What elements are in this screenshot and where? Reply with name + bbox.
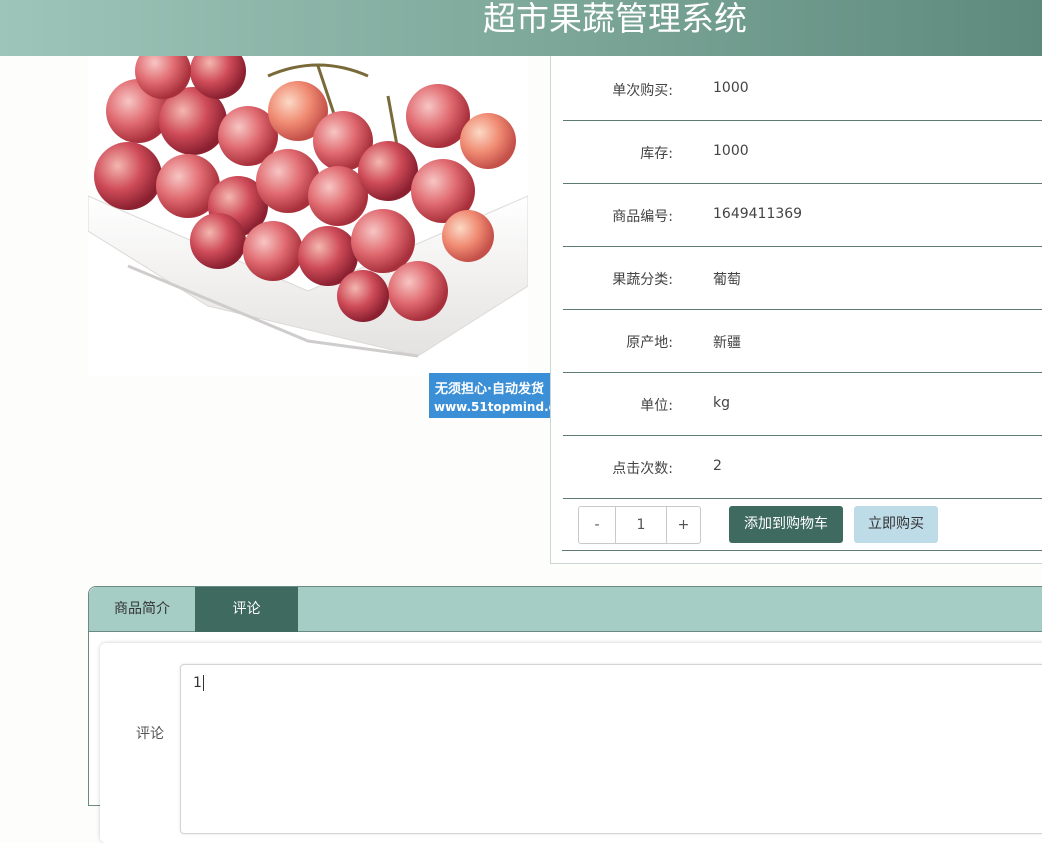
- quantity-stepper: - 1 +: [578, 506, 701, 544]
- info-value: 新疆: [713, 335, 741, 351]
- info-row-purchase-limit: 单次购买: 1000: [563, 58, 1042, 121]
- info-row-origin: 原产地: 新疆: [563, 310, 1042, 373]
- add-to-cart-button[interactable]: 添加到购物车: [729, 506, 843, 543]
- info-label: 单次购买:: [612, 83, 673, 99]
- info-label: 点击次数:: [612, 461, 673, 477]
- info-row-clicks: 点击次数: 2: [563, 436, 1042, 499]
- tab-product-intro[interactable]: 商品简介: [89, 587, 195, 632]
- comment-textarea[interactable]: 1: [180, 664, 1042, 834]
- detail-tabs: 商品简介 评论 评论 1: [88, 586, 1042, 843]
- info-label: 单位:: [640, 398, 673, 414]
- comment-value: 1: [193, 675, 202, 691]
- info-value: 2: [713, 458, 722, 474]
- info-value: 1649411369: [713, 206, 803, 222]
- info-row-product-id: 商品编号: 1649411369: [563, 184, 1042, 247]
- info-row-stock: 库存: 1000: [563, 121, 1042, 184]
- info-label: 商品编号:: [612, 209, 673, 225]
- increment-button[interactable]: +: [666, 507, 700, 543]
- info-label: 果蔬分类:: [612, 272, 673, 288]
- product-info-panel: 单次购买: 1000 库存: 1000 商品编号: 1649411369 果蔬分…: [550, 56, 1042, 564]
- info-row-category: 果蔬分类: 葡萄: [563, 247, 1042, 310]
- tab-bar: 商品简介 评论: [89, 587, 1042, 632]
- quantity-input[interactable]: 1: [616, 507, 666, 543]
- purchase-actions: - 1 + 添加到购物车 立即购买: [562, 497, 1042, 551]
- app-header: 超市果蔬管理系统: [0, 0, 1042, 56]
- grape-photo: [88, 56, 528, 376]
- comment-text: 1: [193, 675, 204, 691]
- product-image: [88, 56, 528, 376]
- tab-comments[interactable]: 评论: [195, 587, 298, 632]
- app-title: 超市果蔬管理系统: [483, 0, 747, 38]
- comment-panel: 评论 1: [100, 643, 1042, 843]
- info-label: 原产地:: [626, 335, 673, 351]
- decrement-button[interactable]: -: [579, 507, 616, 543]
- info-value: 葡萄: [713, 272, 741, 288]
- watermark-left: 无须担心·自动发货 www.51topmind.com: [430, 374, 577, 417]
- info-value: 1000: [713, 80, 749, 96]
- buy-now-button[interactable]: 立即购买: [854, 506, 938, 543]
- info-value: 1000: [713, 143, 749, 159]
- info-label: 库存:: [640, 146, 673, 162]
- info-value: kg: [713, 395, 730, 411]
- text-caret: [202, 675, 204, 691]
- info-row-unit: 单位: kg: [563, 373, 1042, 436]
- comment-label: 评论: [136, 726, 164, 742]
- watermark-line1: 无须担心·自动发货: [435, 382, 544, 397]
